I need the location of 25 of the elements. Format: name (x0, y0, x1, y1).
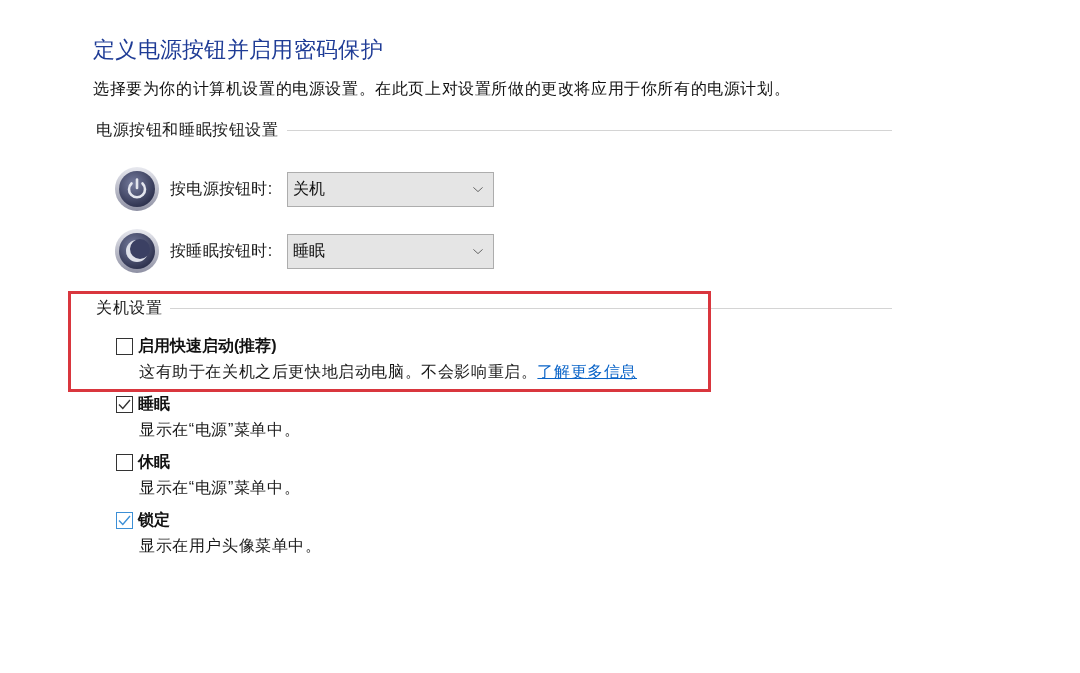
option-description: 显示在“电源”菜单中。 (139, 420, 301, 440)
page-title: 定义电源按钮并启用密码保护 (93, 36, 383, 64)
section-heading: 关机设置 (96, 298, 163, 318)
checkbox[interactable] (116, 511, 133, 529)
action-dropdown[interactable]: 关机 (287, 171, 494, 207)
section-heading: 电源按钮和睡眠按钮设置 (96, 120, 279, 140)
option-label: 睡眠 (138, 394, 170, 414)
action-dropdown[interactable]: 睡眠 (287, 233, 494, 269)
chevron-down-icon (473, 248, 483, 254)
moon-icon (115, 229, 159, 273)
option-label: 休眠 (138, 452, 170, 472)
option-label: 启用快速启动(推荐) (138, 336, 277, 356)
checkbox[interactable] (116, 395, 133, 413)
action-label: 按电源按钮时: (170, 179, 274, 199)
option-label: 锁定 (138, 510, 170, 530)
power-icon (115, 167, 159, 211)
option-description: 显示在用户头像菜单中。 (139, 536, 322, 556)
checkbox[interactable] (116, 453, 133, 471)
chevron-down-icon (473, 186, 483, 192)
learn-more-link[interactable]: 了解更多信息 (537, 363, 637, 380)
option-description: 这有助于在关机之后更快地启动电脑。不会影响重启。了解更多信息 (139, 362, 637, 382)
checkbox[interactable] (116, 337, 133, 355)
action-label: 按睡眠按钮时: (170, 241, 274, 261)
page-description: 选择要为你的计算机设置的电源设置。在此页上对设置所做的更改将应用于你所有的电源计划。 (93, 79, 791, 99)
option-description: 显示在“电源”菜单中。 (139, 478, 301, 498)
